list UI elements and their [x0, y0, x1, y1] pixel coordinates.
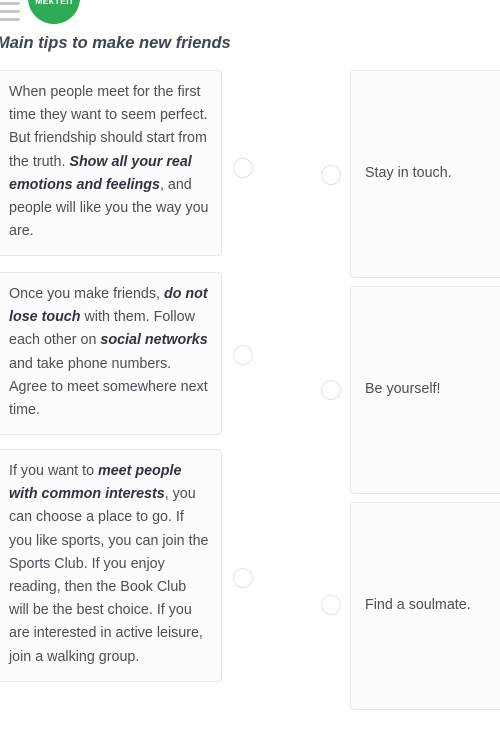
- match-radio-right-2[interactable]: [321, 380, 341, 400]
- passage-run: If you want to: [9, 463, 99, 479]
- passage-emphasis: social networks: [100, 332, 208, 349]
- match-radio-left-1[interactable]: [233, 158, 253, 178]
- answer-label-1: Stay in touch.: [365, 165, 452, 182]
- passage-text-2: Once you make friends, do not lose touch…: [9, 283, 209, 422]
- page-root: МЕКТЕП Main tips to make new friends Whe…: [0, 0, 500, 732]
- passage-text-3: If you want to meet people with common i…: [9, 460, 209, 669]
- page-title: Main tips to make new friends: [0, 34, 231, 52]
- app-logo[interactable]: МЕКТЕП: [28, 0, 80, 24]
- answer-card-3: Find a soulmate.: [350, 502, 500, 710]
- hamburger-bar: [0, 10, 20, 13]
- hamburger-bar: [0, 18, 20, 21]
- passage-run: Once you make friends,: [9, 286, 164, 302]
- answer-label-3: Find a soulmate.: [365, 597, 471, 614]
- passage-run: and take phone numbers. Agree to meet so…: [9, 355, 208, 419]
- app-logo-label: МЕКТЕП: [35, 0, 73, 6]
- passage-card-3: If you want to meet people with common i…: [0, 449, 222, 682]
- app-header: МЕКТЕП: [0, 0, 500, 24]
- answer-card-1: Stay in touch.: [350, 70, 500, 278]
- passage-card-1: When people meet for the first time they…: [0, 70, 222, 257]
- answer-card-2: Be yourself!: [350, 286, 500, 494]
- hamburger-menu-icon[interactable]: [0, 2, 20, 21]
- passage-text-1: When people meet for the first time they…: [9, 81, 209, 243]
- answer-label-2: Be yourself!: [365, 381, 441, 398]
- passage-card-2: Once you make friends, do not lose touch…: [0, 272, 222, 436]
- match-radio-right-3[interactable]: [321, 595, 341, 615]
- match-radio-left-3[interactable]: [233, 568, 253, 588]
- match-radio-left-2[interactable]: [233, 345, 253, 365]
- hamburger-bar: [0, 2, 20, 5]
- passage-run: , you can choose a place to go. If you l…: [9, 486, 209, 665]
- match-radio-right-1[interactable]: [321, 165, 341, 185]
